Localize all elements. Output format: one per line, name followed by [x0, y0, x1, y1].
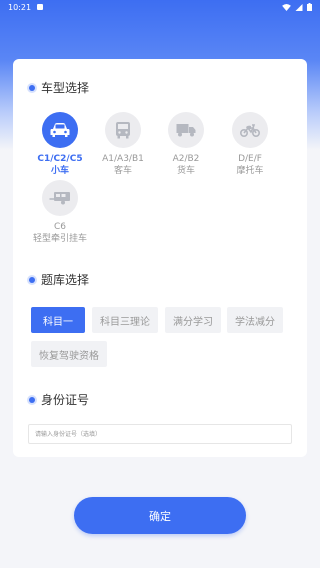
vehicle-icon-circle [232, 112, 268, 148]
vehicle-code: C6 [53, 222, 66, 232]
vehicle-name: 轻型牵引挂车 [32, 234, 87, 244]
vehicle-code: C1/C2/C5 [37, 154, 83, 164]
bank-option-subject-one[interactable]: 科目一 [31, 307, 85, 333]
id-number-section-title: 身份证号 [29, 391, 89, 408]
wifi-icon [282, 3, 291, 11]
bank-option-law-study-deduction[interactable]: 学法减分 [227, 307, 283, 333]
vehicle-icon-circle [42, 180, 78, 216]
vehicle-code: A2/B2 [172, 154, 200, 164]
section-bullet-icon [29, 84, 35, 91]
signal-icon [295, 3, 303, 11]
trailer-icon [49, 192, 70, 205]
vehicle-option-bus[interactable]: A1/A3/B1 客车 [93, 112, 153, 177]
battery-icon [307, 3, 312, 11]
vehicle-option-motorcycle[interactable]: D/E/F 摩托车 [220, 112, 280, 177]
motorcycle-icon [240, 124, 260, 137]
vehicle-code: D/E/F [238, 154, 262, 164]
vehicle-option-trailer[interactable]: C6 轻型牵引挂车 [30, 180, 90, 245]
bank-option-subject-three-theory[interactable]: 科目三理论 [92, 307, 158, 333]
vehicle-icon-circle [42, 112, 78, 148]
vehicle-name: 客车 [113, 166, 132, 176]
vehicle-icon-circle [168, 112, 204, 148]
vehicle-option-car[interactable]: C1/C2/C5 小车 [30, 112, 90, 177]
section-bullet-icon [29, 276, 35, 283]
vehicle-name: 货车 [176, 166, 195, 176]
id-number-input[interactable] [28, 424, 292, 444]
car-icon [50, 123, 70, 137]
bus-icon [116, 122, 130, 139]
status-time: 10:21 [8, 2, 32, 12]
vehicle-icon-circle [105, 112, 141, 148]
bank-option-full-score-study[interactable]: 满分学习 [165, 307, 221, 333]
vehicle-option-truck[interactable]: A2/B2 货车 [156, 112, 216, 177]
truck-icon [176, 124, 196, 137]
vehicle-name: 摩托车 [236, 166, 264, 176]
confirm-button[interactable]: 确定 [74, 497, 246, 534]
notification-icon [37, 4, 44, 10]
status-bar: 10:21 [0, 0, 320, 14]
vehicle-code: A1/A3/B1 [102, 154, 144, 164]
vehicle-type-section-title: 车型选择 [29, 79, 89, 96]
question-bank-section-title: 题库选择 [29, 271, 89, 288]
vehicle-name: 小车 [50, 166, 69, 176]
bank-option-restore-driving-qualification[interactable]: 恢复驾驶资格 [31, 341, 107, 367]
selection-card: 车型选择 C1/C2/C5 小车 A1/A3/B1 客车 A2/B2 货车 D/… [13, 59, 307, 457]
section-bullet-icon [29, 396, 35, 403]
